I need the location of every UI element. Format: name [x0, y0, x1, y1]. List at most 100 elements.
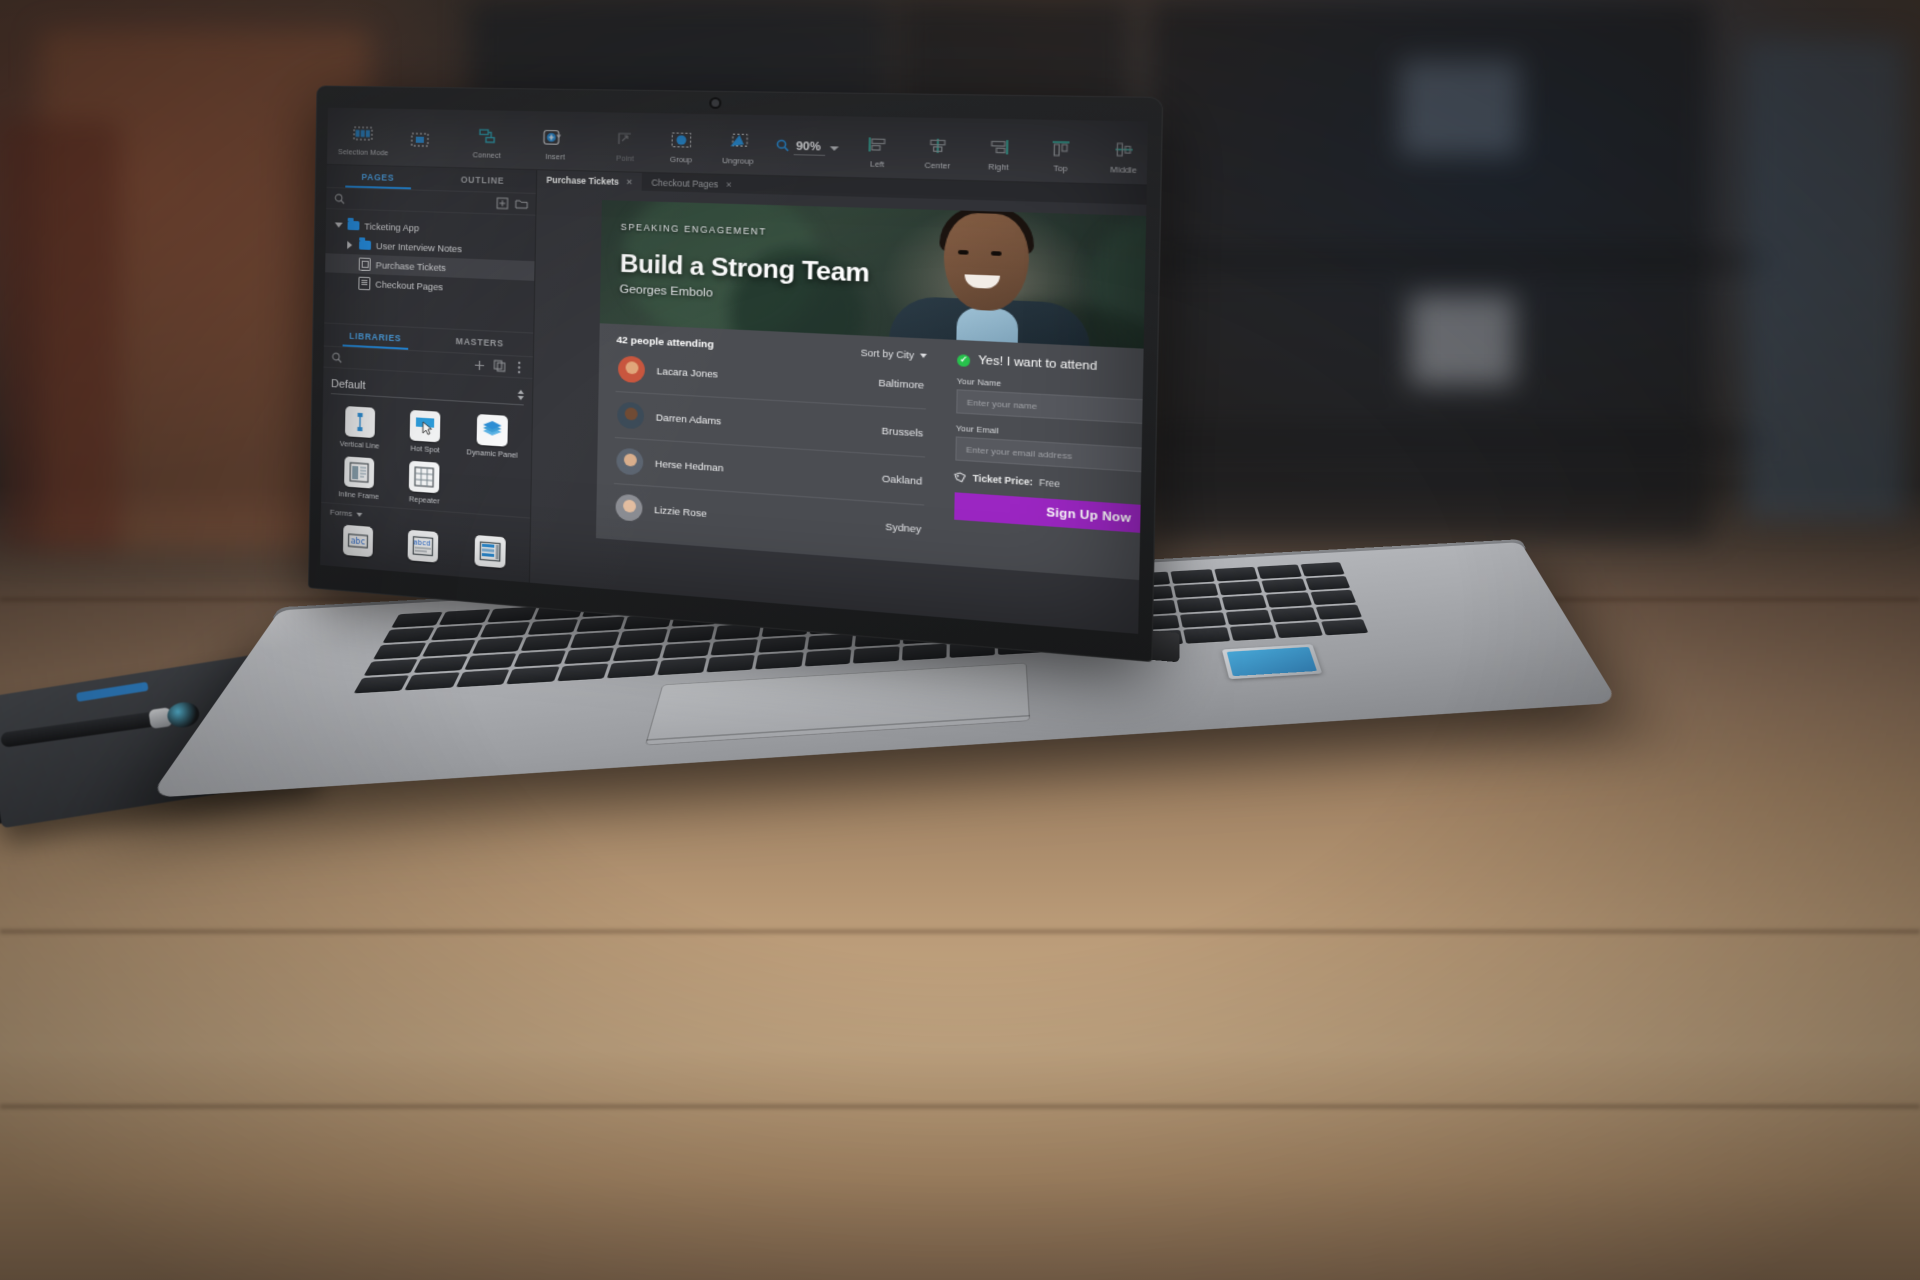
group-icon — [670, 128, 692, 152]
widget-text-area[interactable]: abcd — [391, 525, 456, 570]
widget-text-field[interactable]: abc — [326, 520, 390, 564]
sign-up-now-label: Sign Up Now — [1046, 505, 1132, 525]
close-icon[interactable]: × — [726, 179, 732, 190]
search-icon[interactable] — [333, 192, 346, 205]
toolbar-divider — [452, 125, 454, 156]
point-label: Point — [615, 153, 635, 164]
chevron-down-icon — [356, 512, 363, 517]
align-center-icon — [927, 133, 948, 158]
signup-title: Yes! I want to attend — [978, 354, 1098, 374]
selection-mode-label: Selection Mode — [337, 147, 389, 158]
toolbar-group-connect: Connect — [460, 122, 514, 160]
price-tag-icon — [953, 471, 968, 485]
tab-pages[interactable]: PAGES — [327, 165, 430, 190]
widget-list-box[interactable] — [457, 531, 523, 576]
svg-text:abcd: abcd — [414, 538, 431, 548]
toolbar-group-align: Left Center Right Top Middle — [848, 129, 1148, 177]
tab-outline[interactable]: OUTLINE — [430, 168, 537, 193]
section-forms-label: Forms — [329, 507, 353, 519]
attendee-name: Lacara Jones — [656, 364, 719, 380]
group-button[interactable]: Group — [653, 126, 710, 165]
toolbar-group-selection: Selection Mode — [333, 120, 446, 159]
widget-label: Vertical Line — [339, 438, 380, 451]
widget-dynamic-panel[interactable]: Dynamic Panel — [459, 410, 525, 463]
attendee-city: Oakland — [881, 472, 923, 487]
align-center-button[interactable]: Center — [907, 130, 968, 171]
align-top-label: Top — [1053, 163, 1068, 174]
trackpad[interactable] — [644, 662, 1031, 746]
twisty-down-icon[interactable] — [334, 222, 343, 228]
widget-vertical-line[interactable]: Vertical Line — [328, 402, 392, 454]
attendee-name: Lizzie Rose — [654, 503, 707, 520]
page-icon — [358, 257, 371, 272]
align-middle-icon — [1113, 137, 1136, 162]
toolbar-divider — [520, 126, 522, 158]
hot-spot-widget-icon — [410, 409, 441, 443]
scene-photo: Selection Mode Connect Insert Point Grou… — [0, 0, 1920, 1280]
pages-search-input[interactable] — [352, 199, 489, 203]
align-top-button[interactable]: Top — [1029, 133, 1092, 174]
pages-tree: Ticketing App User Interview Notes Purch… — [324, 209, 535, 332]
insert-label: Insert — [545, 151, 565, 162]
signup-form: ✓ Yes! I want to attend Your Name Enter … — [939, 339, 1147, 589]
avatar — [616, 447, 644, 476]
align-right-button[interactable]: Right — [968, 132, 1030, 173]
inline-frame-widget-icon — [343, 456, 375, 489]
widget-repeater[interactable]: Repeater — [392, 457, 457, 510]
attendee-city: Brussels — [881, 424, 924, 439]
name-field[interactable]: Enter your name — [956, 389, 1147, 429]
align-top-icon — [1050, 135, 1072, 160]
connect-button[interactable]: Connect — [460, 122, 514, 160]
add-page-icon[interactable] — [495, 196, 509, 210]
search-icon[interactable] — [330, 350, 343, 364]
attendee-city: Baltimore — [878, 376, 925, 391]
design-canvas[interactable]: SPEAKING ENGAGEMENT Build a Strong Team … — [529, 187, 1147, 634]
tab-masters-label: MASTERS — [455, 335, 504, 349]
tree-item-label: Checkout Pages — [375, 278, 444, 292]
toolbar-group-arrange: Point Group Ungroup — [597, 125, 767, 167]
insert-button[interactable]: Insert — [528, 123, 583, 162]
group-label: Group — [669, 154, 693, 165]
zoom-control[interactable]: 90% — [767, 138, 848, 159]
align-right-icon — [988, 134, 1010, 159]
connect-label: Connect — [472, 150, 501, 161]
email-placeholder: Enter your email address — [965, 444, 1073, 461]
zoom-value[interactable]: 90% — [793, 140, 826, 156]
toolbar-group-insert: Insert — [528, 123, 583, 162]
align-middle-label: Middle — [1110, 164, 1138, 176]
more-options-icon[interactable] — [512, 360, 526, 374]
chevron-down-icon[interactable] — [829, 146, 839, 151]
tree-item-label: User Interview Notes — [375, 240, 462, 254]
close-icon[interactable]: × — [626, 176, 632, 187]
signup-header: ✓ Yes! I want to attend — [957, 353, 1146, 380]
avatar — [617, 401, 645, 430]
align-left-label: Left — [870, 159, 885, 170]
laptop-lid: Selection Mode Connect Insert Point Grou… — [308, 85, 1164, 663]
tab-pages-label: PAGES — [361, 171, 395, 183]
copy-library-icon[interactable] — [492, 359, 506, 373]
align-center-label: Center — [924, 160, 951, 171]
align-middle-button[interactable]: Middle — [1092, 134, 1148, 176]
point-icon — [616, 127, 636, 150]
point-button[interactable]: Point — [597, 125, 653, 164]
stepper-arrows-icon[interactable] — [517, 389, 524, 400]
widget-hot-spot[interactable]: Hot Spot — [393, 406, 458, 459]
align-left-button[interactable]: Left — [848, 129, 908, 169]
twisty-right-icon[interactable] — [345, 240, 354, 249]
ungroup-button[interactable]: Ungroup — [709, 127, 767, 167]
prototype-page: SPEAKING ENGAGEMENT Build a Strong Team … — [595, 200, 1147, 589]
sign-up-now-button[interactable]: Sign Up Now — [954, 492, 1147, 540]
libraries-search-input[interactable] — [349, 358, 466, 364]
add-library-icon[interactable] — [473, 358, 487, 372]
tab-libraries-label: LIBRARIES — [348, 330, 402, 344]
laptop: Selection Mode Connect Insert Point Grou… — [0, 0, 1920, 1280]
selection-box-button[interactable] — [393, 126, 446, 155]
hero-text: SPEAKING ENGAGEMENT Build a Strong Team … — [619, 222, 870, 307]
widget-inline-frame[interactable]: Inline Frame — [327, 452, 391, 505]
add-folder-icon[interactable] — [515, 197, 529, 211]
widget-label: Dynamic Panel — [466, 447, 518, 460]
speaker-photo — [875, 204, 1127, 354]
attendee-city: Sydney — [885, 520, 922, 535]
repeater-widget-icon — [409, 460, 441, 494]
selection-mode-button[interactable]: Selection Mode — [333, 120, 394, 158]
